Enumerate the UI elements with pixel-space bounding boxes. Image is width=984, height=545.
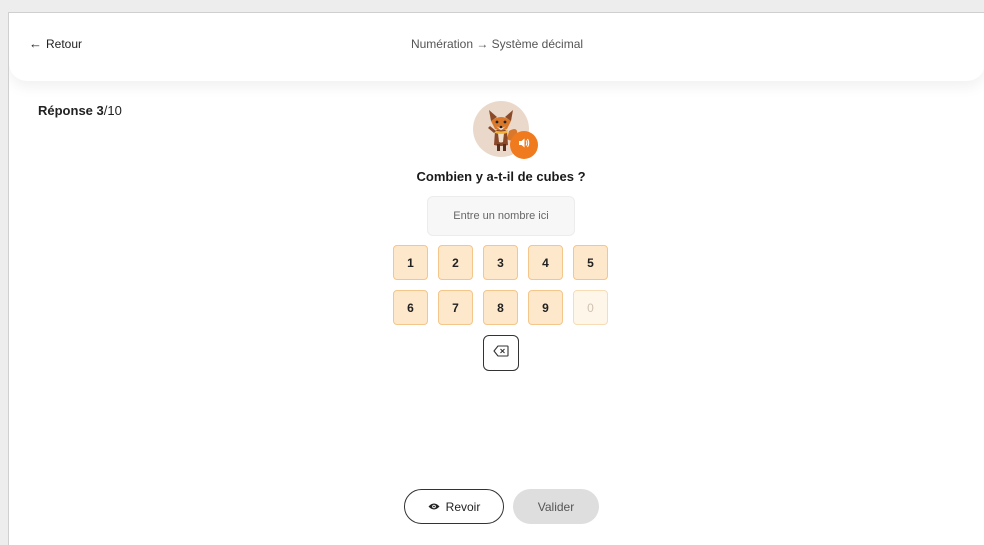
valider-button[interactable]: Valider — [513, 489, 599, 524]
key-5[interactable]: 5 — [573, 245, 608, 280]
audio-button[interactable] — [510, 131, 538, 159]
top-bar: ← Retour Numération → Système décimal — [9, 13, 984, 81]
key-8[interactable]: 8 — [483, 290, 518, 325]
key-1[interactable]: 1 — [393, 245, 428, 280]
question-text: Combien y a-t-il de cubes ? — [416, 169, 586, 184]
progress-total: /10 — [103, 103, 122, 118]
app-frame: ← Retour Numération → Système décimal Ré… — [8, 12, 984, 545]
progress-current: 3 — [96, 103, 104, 118]
answer-input[interactable] — [427, 196, 575, 236]
key-3[interactable]: 3 — [483, 245, 518, 280]
key-6[interactable]: 6 — [393, 290, 428, 325]
backspace-icon — [493, 344, 509, 362]
key-2[interactable]: 2 — [438, 245, 473, 280]
key-0[interactable]: 0 — [573, 290, 608, 325]
revoir-button[interactable]: Revoir — [404, 489, 504, 524]
key-9[interactable]: 9 — [528, 290, 563, 325]
speaker-icon — [517, 136, 531, 155]
key-7[interactable]: 7 — [438, 290, 473, 325]
backspace-button[interactable] — [483, 335, 519, 371]
breadcrumb: Numération → Système décimal — [410, 37, 584, 51]
eye-icon — [428, 500, 440, 514]
key-4[interactable]: 4 — [528, 245, 563, 280]
revoir-label: Revoir — [445, 499, 481, 514]
progress-indicator: Réponse 3/10 — [38, 103, 122, 118]
progress-label: Réponse — [38, 103, 97, 118]
